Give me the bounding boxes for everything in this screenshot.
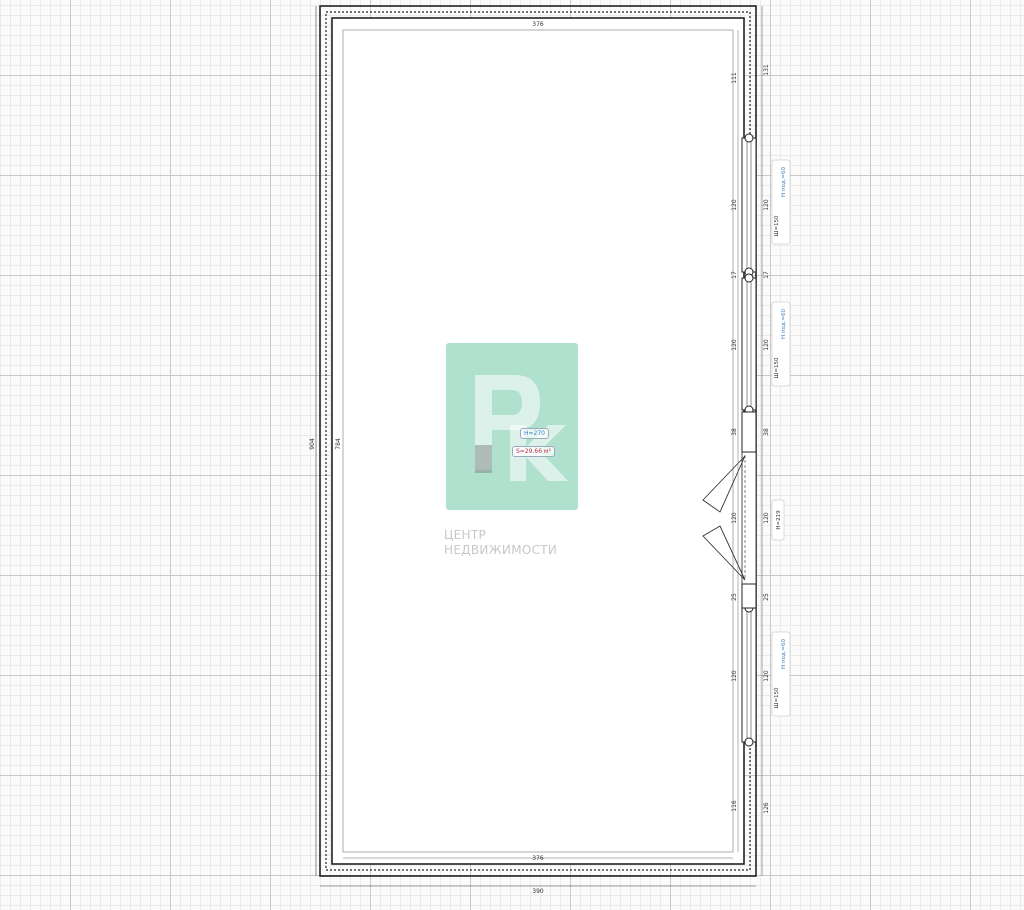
dim-right-outer: 120 (763, 199, 770, 211)
dim-bottom-outer: 390 (532, 888, 544, 895)
room-area-tag: S=29.66 м² (512, 446, 555, 457)
window-2 (741, 273, 757, 415)
dim-right-inner: 120 (731, 670, 738, 682)
dim-right-outer: 120 (763, 670, 770, 682)
watermark-letters-icon: РК (470, 365, 568, 481)
dim-left-inner: 784 (335, 438, 342, 450)
dim-top-inner: 376 (532, 21, 544, 28)
window-3-size: Ш=150 (774, 687, 780, 708)
dim-left-outer: 904 (309, 438, 316, 450)
window-2-sill: Н под.=60 (781, 309, 787, 340)
window-1-label: Н под.=60 Ш=150 (771, 159, 791, 245)
dim-right-outer: 120 (763, 339, 770, 351)
dim-bottom-inner: 376 (532, 855, 544, 862)
dim-right-outer: 17 (763, 271, 770, 279)
door-height: Н=219 (776, 510, 782, 530)
dim-right-inner: 25 (731, 593, 738, 601)
dim-right-inner: 120 (731, 199, 738, 211)
dim-right-inner: 116 (731, 800, 738, 812)
dim-right-outer: 120 (763, 512, 770, 524)
dim-right-outer: 131 (763, 64, 770, 76)
dim-right-inner: 120 (731, 339, 738, 351)
right-outer-dims: 131 120 17 120 38 120 25 120 126 (763, 64, 770, 814)
window-1 (741, 133, 757, 277)
door-label: Н=219 (771, 499, 785, 541)
dim-right-outer: 38 (763, 428, 770, 436)
dim-right-inner: 17 (731, 271, 738, 279)
room-height-tag: H=270 (520, 428, 549, 439)
dim-right-inner: 38 (731, 428, 738, 436)
watermark-letters: РК (470, 365, 472, 366)
watermark-line-1: ЦЕНТР (444, 528, 486, 542)
window-3-sill: Н под.=60 (781, 639, 787, 670)
window-2-label: Н под.=60 Ш=150 (771, 301, 791, 387)
dim-right-outer: 126 (763, 802, 770, 814)
window-3 (741, 603, 757, 747)
window-2-size: Ш=150 (774, 357, 780, 378)
watermark-line-2: НЕДВИЖИМОСТИ (444, 543, 558, 557)
dim-right-outer: 25 (763, 593, 770, 601)
window-3-label: Н под.=60 Ш=150 (771, 631, 791, 717)
window-1-size: Ш=150 (774, 215, 780, 236)
watermark-text: ЦЕНТР НЕДВИЖИМОСТИ (444, 528, 557, 558)
dim-right-inner: 111 (731, 72, 738, 84)
dim-right-inner: 120 (731, 512, 738, 524)
window-1-sill: Н под.=60 (781, 167, 787, 198)
